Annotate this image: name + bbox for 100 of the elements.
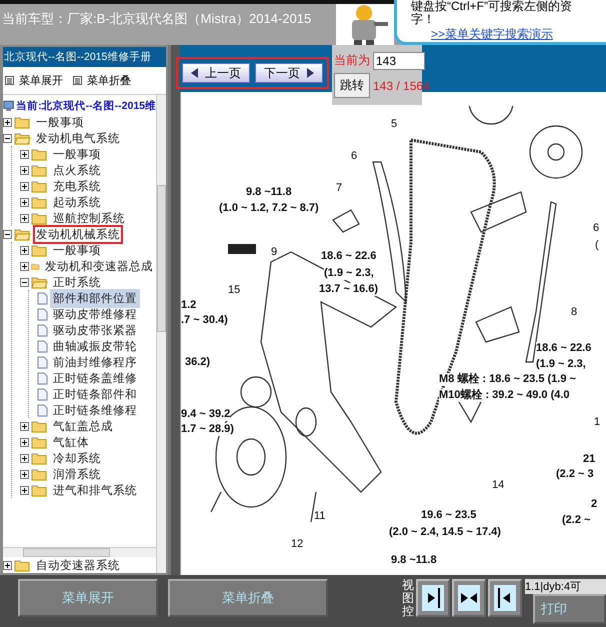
diagram-label: (2.0 ~ 2.4, 14.5 ~ 17.4) bbox=[389, 526, 501, 539]
vertical-scrollbar[interactable] bbox=[156, 95, 166, 573]
folder-icon bbox=[31, 484, 48, 496]
tree-item[interactable]: 曲轴减振皮带轮 bbox=[50, 336, 140, 356]
diagram-label: M10螺栓 : 39.2 ~ 49.0 (4.0 bbox=[439, 389, 570, 402]
document-icon bbox=[37, 404, 48, 416]
expand-toggle[interactable] bbox=[3, 118, 12, 126]
tree-item[interactable]: 自动变速器系统 bbox=[33, 556, 123, 573]
document-icon bbox=[37, 340, 48, 352]
open-folder-icon bbox=[14, 228, 31, 240]
tree-item[interactable]: 正时链条部件和 bbox=[50, 384, 140, 404]
tree-item[interactable]: 一般事项 bbox=[33, 112, 87, 132]
tree-item[interactable]: 巡航控制系统 bbox=[50, 208, 128, 228]
folder-icon bbox=[14, 116, 31, 128]
diagram-label: ( bbox=[595, 239, 599, 252]
folder-icon bbox=[31, 468, 48, 480]
expand-toggle[interactable] bbox=[20, 454, 29, 462]
help-text: 字！ bbox=[411, 13, 436, 26]
previous-page-button[interactable]: 上一页 bbox=[182, 63, 250, 83]
view-mode-button[interactable] bbox=[452, 579, 486, 617]
diagram-label: 9.4 ~ 39.2 bbox=[181, 408, 230, 421]
tree-item[interactable]: 正时链条维修程 bbox=[50, 400, 140, 420]
tree-item[interactable]: 驱动皮带张紧器 bbox=[50, 320, 140, 340]
right-arrow-icon bbox=[306, 68, 314, 78]
folder-icon bbox=[31, 436, 48, 448]
folder-icon bbox=[31, 180, 48, 192]
folder-icon bbox=[31, 164, 48, 176]
folder-icon bbox=[31, 244, 48, 256]
diagram-label: (1.9 ~ 2.3, bbox=[324, 267, 374, 280]
next-page-button[interactable]: 下一页 bbox=[255, 63, 323, 83]
folder-icon bbox=[31, 452, 48, 464]
tree-item[interactable]: 发动机电气系统 bbox=[33, 128, 123, 148]
tree-item[interactable]: 起动系统 bbox=[50, 192, 104, 212]
align-left-icon bbox=[494, 585, 516, 611]
page-input-field[interactable]: 143 bbox=[373, 52, 425, 70]
collapse-toggle[interactable] bbox=[20, 278, 29, 286]
horizontal-scrollbar[interactable] bbox=[3, 547, 156, 557]
tree-item[interactable]: 进气和排气系统 bbox=[50, 480, 140, 500]
manual-title: 北京现代--名图--2015维修手册 bbox=[3, 47, 166, 67]
tree-item[interactable]: 润滑系统 bbox=[50, 464, 104, 484]
document-icon bbox=[37, 372, 48, 384]
help-text: 键盘按“Ctrl+F”可搜索左侧的资 bbox=[411, 0, 573, 13]
jump-button[interactable]: 跳转 bbox=[334, 73, 370, 98]
tree-item[interactable]: 充电系统 bbox=[50, 176, 104, 196]
tree-item[interactable]: 一般事项 bbox=[50, 240, 104, 260]
tree-item[interactable]: 正时系统 bbox=[50, 272, 104, 292]
diagram-label: 13.7 ~ 16.6) bbox=[319, 283, 378, 296]
diagram-label: (2.2 ~ bbox=[562, 514, 590, 527]
expand-toggle[interactable] bbox=[20, 166, 29, 174]
expand-toggle[interactable] bbox=[20, 262, 29, 270]
tree-item[interactable]: 气缸盖总成 bbox=[50, 416, 116, 436]
expand-toggle[interactable] bbox=[20, 198, 29, 206]
computer-icon bbox=[3, 99, 14, 113]
current-page-label: 当前为 bbox=[334, 52, 370, 70]
diagram-label: (1.0 ~ 1.2, 7.2 ~ 8.7) bbox=[219, 202, 319, 215]
document-icon bbox=[37, 356, 48, 368]
diagram-label: (2.2 ~ 3 bbox=[556, 468, 594, 481]
tree-item[interactable]: 一般事项 bbox=[50, 144, 104, 164]
tree-item[interactable]: 正时链条盖维修 bbox=[50, 368, 140, 388]
document-icon bbox=[37, 324, 48, 336]
expand-toggle[interactable] bbox=[20, 422, 29, 430]
diagram-label: 1.7 ~ 28.9) bbox=[181, 423, 234, 436]
document-icon bbox=[37, 308, 48, 320]
tree-item[interactable]: 气缸体 bbox=[50, 432, 92, 452]
tree-root: 当前:北京现代--名图--2015维 bbox=[16, 99, 156, 113]
tree-item[interactable]: 发动机机械系统 bbox=[33, 224, 123, 244]
menu-action-link[interactable]: 菜单展开 bbox=[5, 73, 63, 88]
expand-toggle[interactable] bbox=[20, 470, 29, 478]
collapse-toggle[interactable] bbox=[3, 134, 12, 142]
tree-item[interactable]: 部件和部件位置 bbox=[50, 288, 140, 308]
expand-toggle[interactable] bbox=[20, 486, 29, 494]
view-mode-button[interactable] bbox=[416, 579, 450, 617]
menu-action-link[interactable]: 菜单折叠 bbox=[73, 73, 131, 88]
status-text: 1.1|dyb:4可 bbox=[525, 579, 606, 594]
diagram-label: (1.9 ~ 2.3, bbox=[536, 358, 586, 371]
vehicle-model-text: 当前车型：厂家:B-北京现代名图（Mistra）2014-2015 bbox=[1, 10, 312, 28]
document-icon bbox=[37, 292, 48, 304]
tree-item[interactable]: 冷却系统 bbox=[50, 448, 104, 468]
open-folder-icon bbox=[14, 132, 31, 144]
expand-toggle[interactable] bbox=[3, 560, 12, 570]
list-icon bbox=[73, 76, 82, 85]
expand-toggle[interactable] bbox=[20, 182, 29, 190]
center-arrows-icon bbox=[458, 585, 480, 611]
tree-item[interactable]: 前油封维修程序 bbox=[50, 352, 140, 372]
expand-toggle[interactable] bbox=[20, 150, 29, 158]
view-mode-button[interactable] bbox=[488, 579, 522, 617]
tree-item[interactable]: 驱动皮带维修程 bbox=[50, 304, 140, 324]
expand-toggle[interactable] bbox=[20, 246, 29, 254]
expand-toggle[interactable] bbox=[20, 438, 29, 446]
folder-icon bbox=[31, 420, 48, 432]
folder-icon bbox=[31, 148, 48, 160]
search-demo-link[interactable]: >>菜单关键字搜索演示 bbox=[431, 26, 606, 43]
collapse-toggle[interactable] bbox=[3, 230, 12, 238]
view-control-label: 视图控 bbox=[402, 579, 414, 619]
left-arrow-icon bbox=[191, 68, 199, 78]
document-icon bbox=[37, 388, 48, 400]
expand-toggle[interactable] bbox=[20, 214, 29, 222]
tree-item[interactable]: 发动机和变速器总成 bbox=[42, 256, 156, 276]
tree-item[interactable]: 点火系统 bbox=[50, 160, 104, 180]
open-folder-icon bbox=[31, 276, 48, 288]
